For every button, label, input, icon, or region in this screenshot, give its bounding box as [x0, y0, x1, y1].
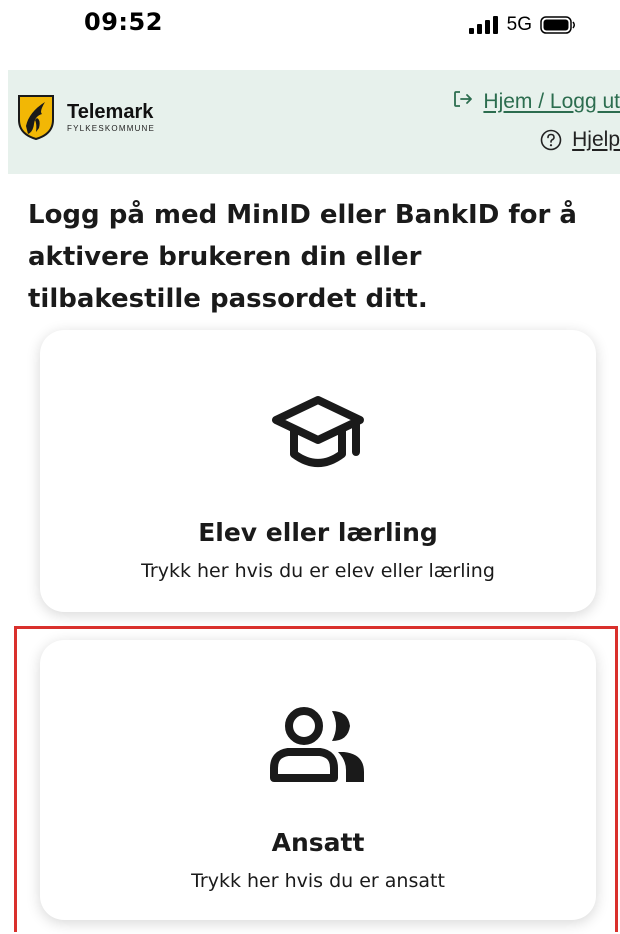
help-circle-icon — [540, 129, 562, 151]
users-icon — [266, 706, 370, 787]
logo-icon — [18, 95, 54, 140]
help-link[interactable]: Hjelp — [540, 128, 620, 152]
intro-heading: Logg på med MinID eller BankID for å akt… — [28, 200, 577, 314]
status-time: 09:52 — [84, 8, 163, 36]
logo-subtitle: FYLKESKOMMUNE — [67, 123, 156, 133]
network-label: 5G — [506, 14, 532, 35]
student-card-description: Trykk her hvis du er elev eller lærling — [141, 560, 495, 582]
employee-card-title: Ansatt — [271, 828, 365, 857]
employee-card-description: Trykk her hvis du er ansatt — [191, 870, 445, 892]
student-card-title: Elev eller lærling — [198, 518, 438, 547]
battery-icon — [540, 16, 575, 34]
employee-card[interactable]: Ansatt Trykk her hvis du er ansatt — [40, 640, 596, 920]
logo[interactable]: Telemark FYLKESKOMMUNE — [15, 94, 155, 140]
signal-icon — [468, 16, 498, 34]
home-logout-label: Hjem / Logg ut — [483, 90, 620, 113]
graduation-cap-icon — [270, 392, 366, 481]
logo-name: Telemark — [67, 100, 154, 123]
logo-text: Telemark FYLKESKOMMUNE — [67, 101, 155, 134]
login-icon — [453, 90, 473, 114]
student-apprentice-card[interactable]: Elev eller lærling Trykk her hvis du er … — [40, 330, 596, 612]
home-logout-link[interactable]: Hjem / Logg ut — [453, 90, 620, 114]
help-label: Hjelp — [572, 128, 620, 151]
status-bar: 09:52 5G — [0, 0, 620, 50]
site-header: Telemark FYLKESKOMMUNE Hjem / Logg ut Hj… — [8, 70, 620, 174]
status-indicators: 5G — [468, 10, 576, 40]
